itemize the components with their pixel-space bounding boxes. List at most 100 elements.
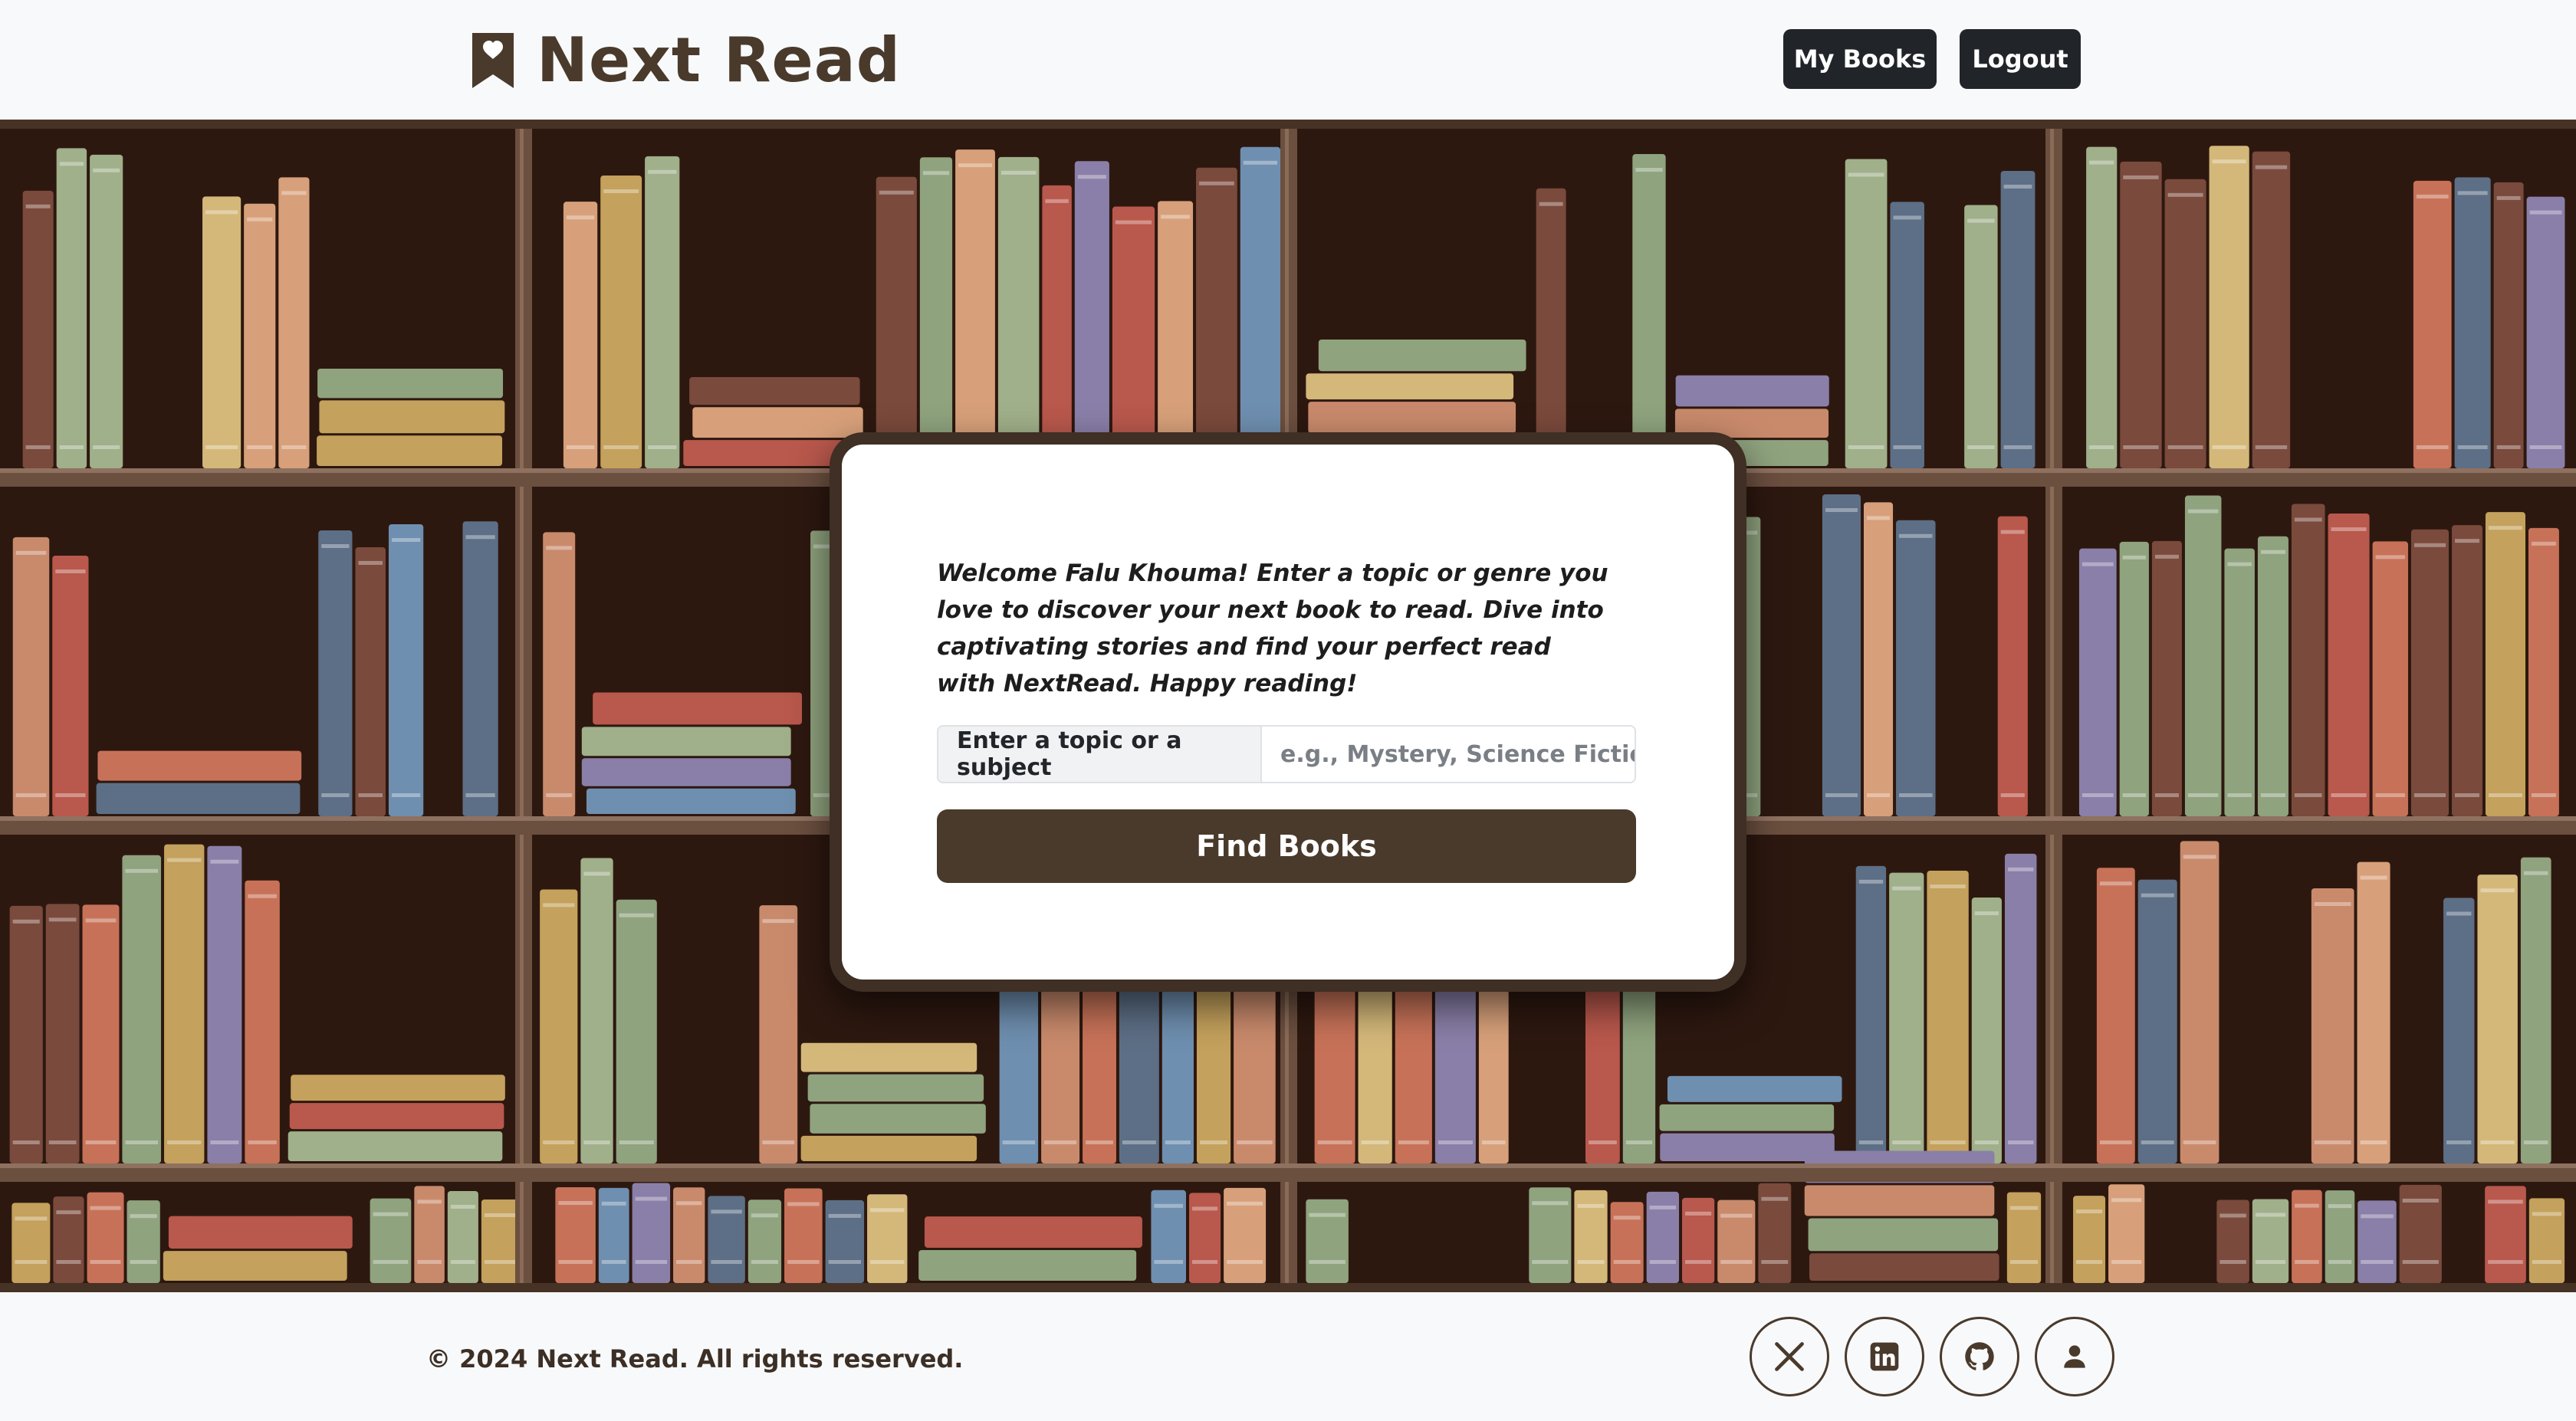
book-band [1825, 508, 1858, 513]
book-band [2000, 793, 2025, 797]
book [1808, 1218, 1999, 1252]
book-band [711, 1209, 742, 1214]
book-band [870, 1208, 905, 1213]
book-band [48, 1140, 77, 1144]
book-band [2361, 1214, 2394, 1219]
book-band [2003, 184, 2032, 189]
github-link[interactable] [1940, 1317, 2019, 1396]
book [90, 154, 123, 468]
book-band [1930, 1140, 1966, 1144]
book [580, 858, 613, 1163]
book-band [1077, 175, 1106, 179]
book-band [484, 1213, 521, 1217]
linkedin-link[interactable] [1845, 1317, 1924, 1396]
book-band [2480, 1140, 2515, 1144]
book-band [1684, 1211, 1712, 1216]
book-band [391, 793, 421, 797]
book-band [247, 445, 273, 449]
book-band [2099, 1140, 2132, 1144]
book-band [879, 190, 914, 195]
book-band [2089, 160, 2114, 165]
book-band [1893, 215, 1921, 220]
book-band [2183, 1140, 2216, 1144]
book-band [1086, 1140, 1113, 1144]
book-band [1227, 1201, 1263, 1206]
book-band [15, 793, 47, 797]
logout-button[interactable]: Logout [1960, 29, 2081, 89]
book [291, 1075, 505, 1101]
book-band [648, 445, 677, 449]
book-band [2260, 793, 2285, 797]
book-band [2000, 530, 2025, 534]
book-band [1974, 1140, 1999, 1144]
book [1112, 206, 1155, 468]
x-link[interactable] [1750, 1317, 1829, 1396]
book-band [1237, 1140, 1273, 1144]
book-band [1532, 1201, 1569, 1206]
book-band [281, 445, 307, 449]
book [800, 1042, 978, 1072]
book [876, 176, 917, 468]
book [1646, 1191, 1679, 1283]
book-band [1001, 170, 1037, 175]
book-band [2003, 445, 2032, 449]
book-band [635, 1260, 668, 1264]
book-band [2416, 194, 2449, 199]
book-band [2111, 1198, 2142, 1203]
book [2311, 888, 2354, 1163]
book [2096, 868, 2135, 1163]
my-books-button[interactable]: My Books [1783, 29, 1937, 89]
book-band [2446, 911, 2472, 916]
book-band [1165, 1140, 1191, 1144]
book-band [546, 793, 573, 797]
book [1675, 375, 1829, 407]
book-band [1858, 879, 1884, 884]
book-band [2496, 445, 2521, 449]
book [2209, 146, 2249, 469]
page: Next Read My Books Logout Welcome Falu K… [0, 0, 2576, 1421]
book [9, 905, 43, 1163]
book-band [210, 859, 239, 864]
book [244, 203, 276, 468]
book [924, 1216, 1142, 1248]
book-band [1243, 160, 1278, 165]
book-band [12, 1140, 40, 1144]
book-band [2187, 509, 2219, 514]
book-band [1761, 1196, 1789, 1201]
book-band [247, 217, 273, 222]
book [97, 750, 302, 781]
profile-link[interactable] [2035, 1317, 2114, 1396]
book [2358, 1200, 2397, 1283]
topic-input[interactable] [1262, 727, 1635, 782]
book-band [1044, 1140, 1077, 1144]
book-band [2187, 793, 2219, 797]
book [56, 148, 87, 468]
book [355, 546, 386, 816]
book-band [1649, 1205, 1676, 1209]
book [1822, 494, 1861, 816]
book-band [2488, 526, 2523, 530]
book [2184, 495, 2222, 816]
book-band [2141, 893, 2174, 898]
book [807, 1074, 984, 1102]
book-band [2480, 888, 2515, 893]
book-band [1967, 218, 1995, 223]
book [2452, 525, 2482, 816]
book-band [2082, 793, 2114, 797]
book-band [1892, 1140, 1921, 1144]
find-books-button[interactable]: Find Books [937, 809, 1636, 883]
brand-name: Next Read [537, 25, 902, 96]
book [683, 440, 854, 466]
book-band [55, 793, 86, 797]
book [245, 880, 280, 1163]
book [1845, 159, 1888, 469]
book-band [15, 1216, 48, 1221]
book [1610, 1202, 1644, 1283]
book-band [205, 210, 238, 215]
book [708, 1196, 745, 1283]
book-band [465, 535, 495, 540]
book-band [450, 1204, 475, 1209]
brand-logo[interactable]: Next Read [469, 28, 901, 94]
book-band [2532, 793, 2556, 797]
book [1667, 1075, 1842, 1102]
